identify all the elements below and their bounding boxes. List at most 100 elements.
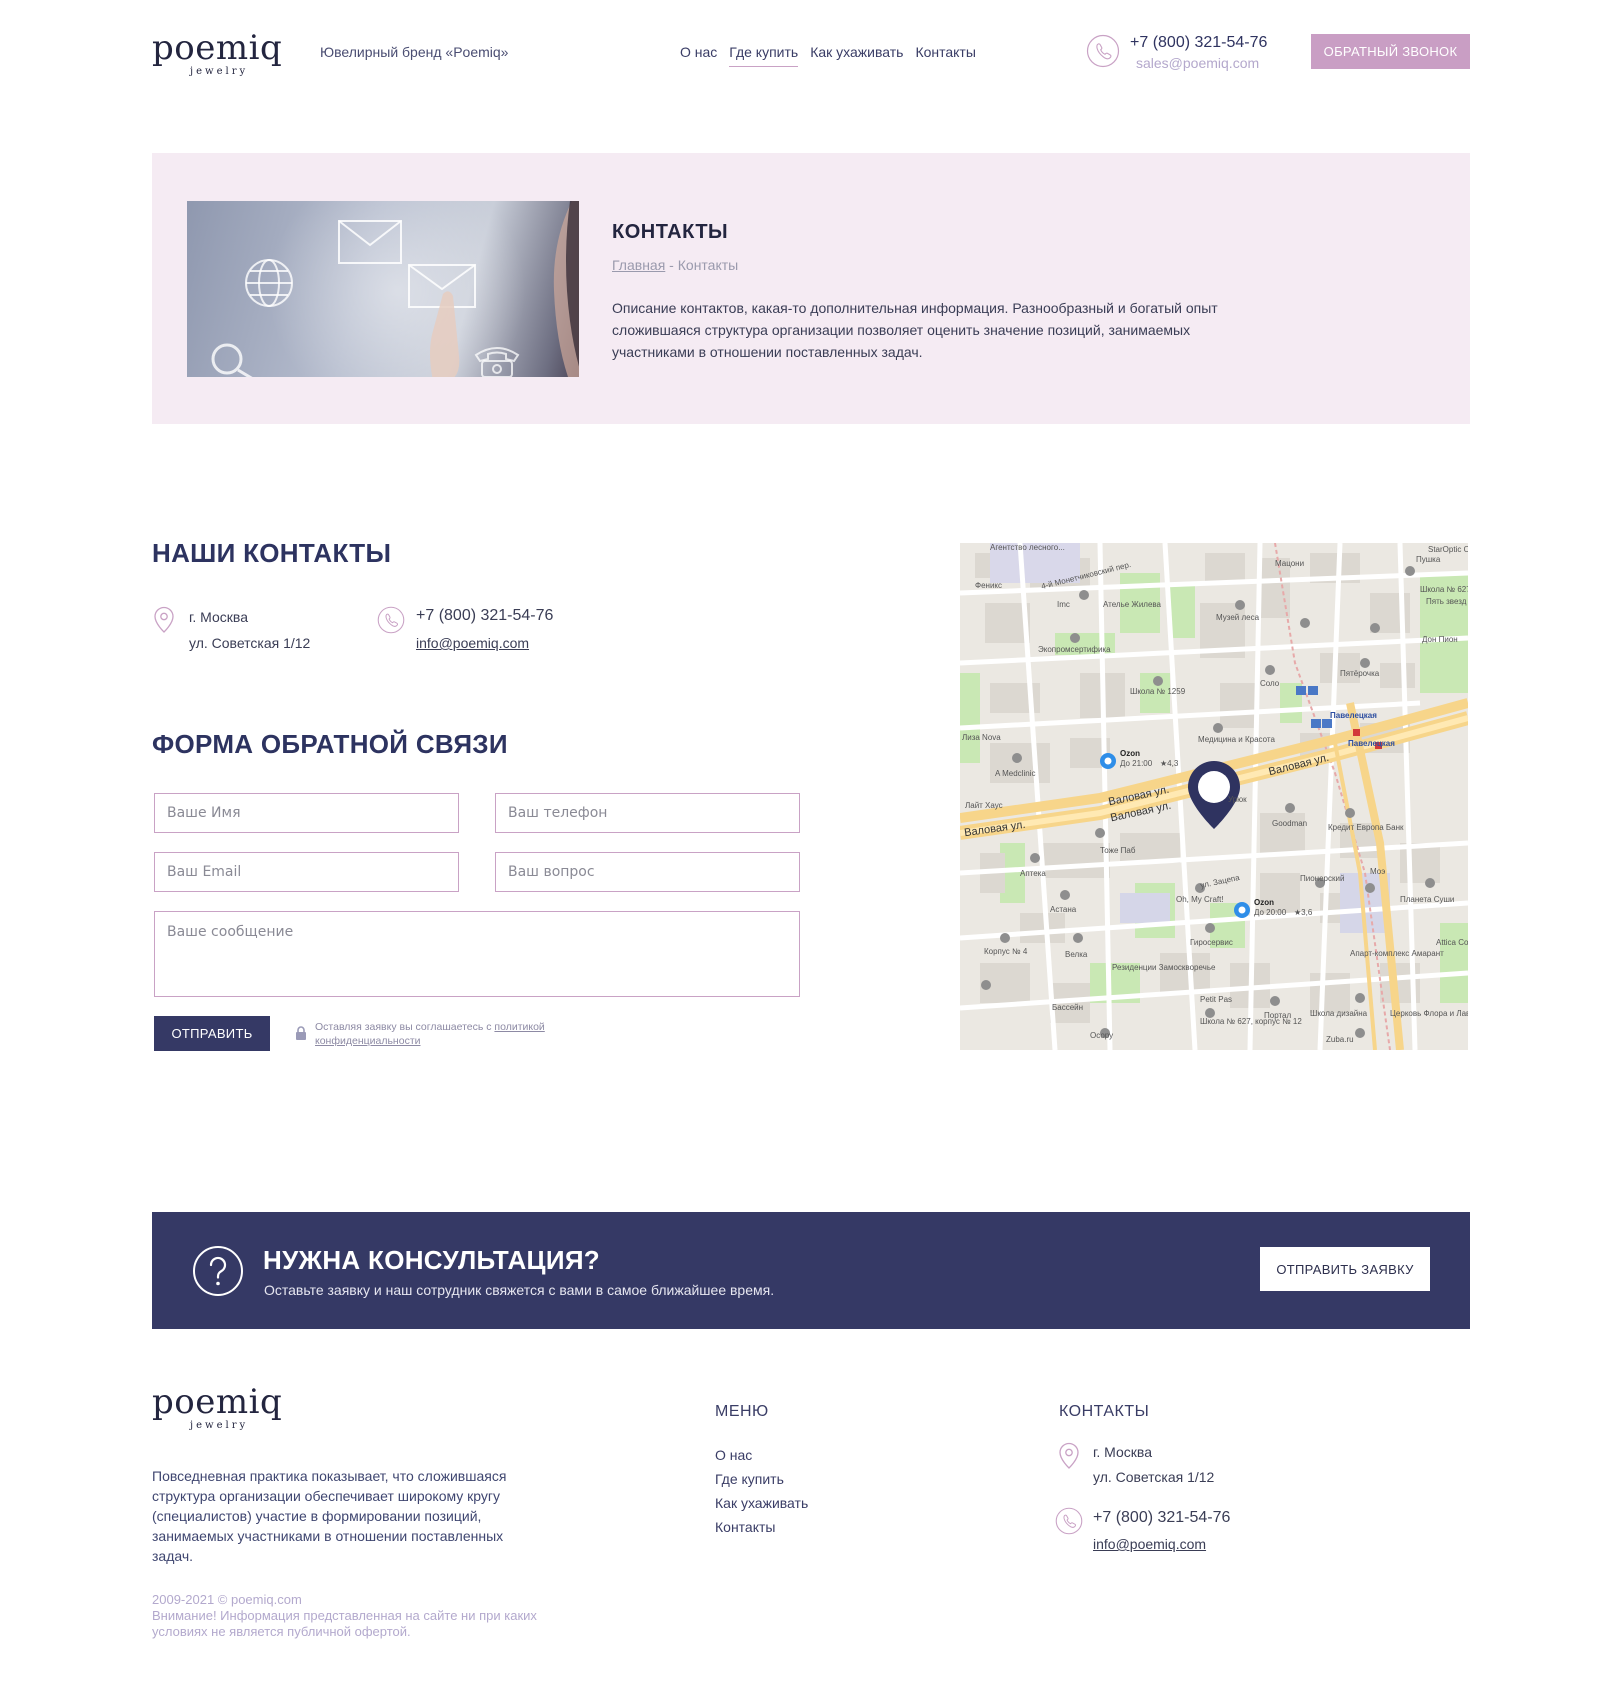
header-phone[interactable]: +7 (800) 321-54-76 [1130,34,1267,52]
map-label: Тоже Паб [1100,846,1136,855]
location-pin-icon [154,606,174,633]
question-field[interactable] [495,852,800,892]
map-label: Экопромсертифика [1038,645,1111,654]
footer-logo[interactable]: poemiq jewelry [152,1384,282,1432]
footer-menu-title: МЕНЮ [715,1403,769,1420]
map-place-name: Ozon [1120,749,1140,758]
nav-item-care[interactable]: Как ухаживать [810,44,903,67]
site-header: poemiq jewelry Ювелирный бренд «Poemiq» … [0,0,1600,105]
envelope-icon [338,220,402,264]
map-label: Oh, My Craft! [1176,895,1224,904]
telephone-icon [474,347,520,377]
footer-menu: О нас Где купить Как ухаживать Контакты [715,1443,808,1539]
logo-sub: jewelry [190,66,249,77]
location-map[interactable]: Валовая ул. Валовая ул. Валовая ул. Вало… [960,543,1468,1050]
privacy-text: Оставляя заявку вы соглашаетесь с [315,1021,495,1033]
nav-item-contacts[interactable]: Контакты [915,44,975,67]
map-label: Музей леса [1216,613,1260,622]
phone-icon [377,606,405,634]
map-label: Пятёрочка [1340,669,1380,678]
contacts-phone[interactable]: +7 (800) 321-54-76 [416,607,553,625]
copyright-text: 2009-2021 © poemiq.com [152,1592,302,1607]
location-pin-icon [1059,1442,1079,1469]
map-label: Планета Суши [1400,895,1455,904]
map-label: Аптека [1020,869,1046,878]
map-station-label: Павелецкая [1330,711,1377,720]
map-label: Пять звезд [1426,597,1467,606]
form-title: ФОРМА ОБРАТНОЙ СВЯЗИ [152,729,508,759]
map-place-rating: ★4,3 [1160,759,1179,768]
consultation-subtitle: Оставьте заявку и наш сотрудник свяжется… [264,1282,775,1298]
footer-menu-item-where-to-buy[interactable]: Где купить [715,1467,808,1491]
main-nav: О нас Где купить Как ухаживать Контакты [680,44,976,67]
map-label: Лайт Хаус [965,801,1003,810]
breadcrumb: Главная - Контакты [612,257,738,273]
nav-item-where-to-buy[interactable]: Где купить [729,44,799,67]
map-label: Пионерский [1300,874,1345,883]
footer-phone[interactable]: +7 (800) 321-54-76 [1093,1509,1230,1527]
footer-street: ул. Советская 1/12 [1093,1469,1215,1485]
map-label: Медицина и Красота [1198,735,1275,744]
map-label: Урюк [1228,795,1247,804]
send-request-button[interactable]: ОТПРАВИТЬ ЗАЯВКУ [1260,1247,1430,1291]
callback-button[interactable]: ОБРАТНЫЙ ЗВОНОК [1311,34,1470,69]
map-label: Школа № 627, корпус № 12 [1200,1017,1302,1026]
search-icon [211,343,253,377]
phone-field[interactable] [495,793,800,833]
map-place-hours: До 21:00 [1120,759,1153,768]
map-label: Goodman [1272,819,1308,828]
hero-image [187,201,579,377]
question-icon [193,1246,243,1296]
map-label: Моэ [1370,867,1386,876]
phone-icon [1086,34,1120,68]
hero-description: Описание контактов, какая-то дополнитель… [612,300,1218,360]
logo-word: poemiq [152,1382,283,1422]
map-label: Велка [1065,950,1088,959]
map-label: Школа № 1259 [1130,687,1186,696]
map-label: StarOptic Оптика [1428,545,1468,554]
consultation-banner: НУЖНА КОНСУЛЬТАЦИЯ? Оставьте заявку и на… [152,1212,1470,1329]
phone-icon [1055,1507,1083,1535]
footer-email-link[interactable]: info@poemiq.com [1093,1536,1206,1552]
logo-word: poemiq [152,28,283,68]
map-label: Zuba.ru [1326,1035,1354,1044]
map-label: Гиросервис [1190,938,1233,947]
map-label: Школа дизайна [1310,1009,1368,1018]
header-email[interactable]: sales@poemiq.com [1136,55,1259,71]
map-label: Petit Pas [1200,995,1233,1004]
name-field[interactable] [154,793,459,833]
disclaimer-text: Внимание! Информация представленная на с… [152,1608,537,1639]
map-label: Дон Пион [1422,635,1458,644]
footer-contacts-title: КОНТАКТЫ [1059,1403,1150,1420]
map-canvas [960,543,1468,1050]
finger-graphic [430,291,460,377]
contacts-hero: КОНТАКТЫ Главная - Контакты Описание кон… [152,153,1470,424]
map-label: Кредит Европа Банк [1328,823,1404,832]
map-label: Лиза Nova [962,733,1001,742]
submit-button[interactable]: ОТПРАВИТЬ [154,1016,270,1051]
header-logo[interactable]: poemiq jewelry [152,30,282,78]
breadcrumb-home-link[interactable]: Главная [612,257,665,273]
footer-legal: 2009-2021 © poemiq.com Внимание! Информа… [152,1592,572,1640]
breadcrumb-separator: - [665,257,678,273]
map-label: Школа № 627 [1420,585,1468,594]
map-place-name: Ozon [1254,898,1274,907]
nav-item-about[interactable]: О нас [680,44,717,67]
logo-sub: jewelry [190,1420,249,1431]
email-field[interactable] [154,852,459,892]
map-label: Ателье Жилева [1103,600,1162,609]
map-label: Attica Com [1436,938,1468,947]
privacy-notice: Оставляя заявку вы соглашаетесь с полити… [315,1020,605,1048]
globe-icon [245,259,293,307]
footer-menu-item-contacts[interactable]: Контакты [715,1515,808,1539]
contacts-email-link[interactable]: info@poemiq.com [416,635,529,651]
face-graphic [553,201,579,377]
map-label: Феникс [975,581,1003,590]
footer-menu-item-care[interactable]: Как ухаживать [715,1491,808,1515]
map-label: Осору [1090,1031,1114,1040]
footer-menu-item-about[interactable]: О нас [715,1443,808,1467]
page-title: КОНТАКТЫ [612,221,729,243]
map-label: Бассейн [1052,1003,1084,1012]
message-field[interactable] [154,911,800,997]
map-label: Апарт-комплекс Амарант [1350,949,1444,958]
